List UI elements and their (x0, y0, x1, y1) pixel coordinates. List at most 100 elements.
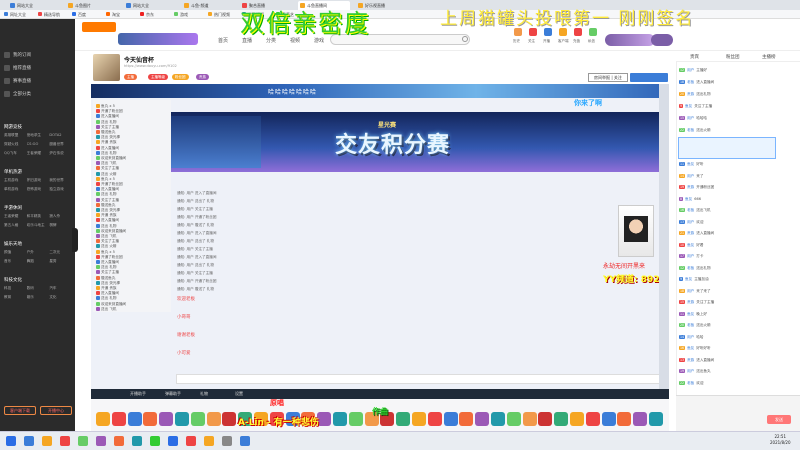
chat-username[interactable]: 贵族 (687, 185, 694, 189)
sidebar-category-link[interactable]: 第五人格 (4, 223, 27, 228)
sidebar-category-link[interactable]: 和平精英 (27, 214, 50, 219)
chat-username[interactable]: 鱼友 (685, 104, 692, 108)
gift-item-icon[interactable] (554, 412, 569, 426)
browser-tab[interactable]: 网站大全 (124, 1, 176, 10)
chat-username[interactable]: 鱼友 (687, 346, 694, 350)
sidebar-category-link[interactable]: 主机游戏 (4, 178, 27, 183)
taskbar-app-icon[interactable] (24, 436, 34, 446)
chat-username[interactable]: 鱼友 (687, 162, 694, 166)
bookmark-item[interactable]: 网址大全 (4, 11, 26, 18)
sidebar-category-link[interactable]: 王者荣耀 (27, 151, 50, 156)
taskbar-app-icon[interactable] (96, 436, 106, 446)
gift-item-icon[interactable] (127, 412, 142, 426)
sidebar-category-link[interactable]: QQ飞车 (4, 151, 27, 156)
gift-item-icon[interactable] (570, 412, 584, 426)
gift-item-icon[interactable] (143, 412, 158, 426)
chat-username[interactable]: 用户 (687, 254, 694, 258)
chat-username[interactable]: 贵族 (687, 300, 694, 304)
inner-taskbar-item[interactable]: 设置 (235, 391, 243, 397)
browser-tab[interactable]: 网站大全 (8, 1, 60, 10)
header-充值-icon[interactable] (574, 28, 582, 36)
chat-username[interactable]: 贵族 (687, 231, 694, 235)
taskbar-app-icon[interactable] (222, 436, 232, 446)
sidebar-category-link[interactable]: 炉石传说 (49, 151, 72, 156)
header-nav-1[interactable]: 直播 (242, 37, 252, 44)
taskbar-app-icon[interactable] (186, 436, 196, 446)
right-chat-input[interactable] (676, 395, 800, 431)
gift-item-icon[interactable] (111, 412, 126, 426)
taskbar-app-icon[interactable] (132, 436, 142, 446)
sidebar-category-link[interactable]: 文化 (49, 295, 72, 300)
chat-username[interactable]: 用户 (687, 68, 694, 72)
sidebar-category-link[interactable]: 独立游戏 (49, 187, 72, 192)
gift-item-icon[interactable] (412, 412, 426, 426)
taskbar-app-icon[interactable] (6, 436, 16, 446)
right-chat-tab[interactable]: 贵宾 (690, 54, 699, 60)
user-avatar[interactable] (651, 34, 673, 46)
gift-item-icon[interactable] (348, 412, 363, 426)
browser-tab[interactable]: 斗鱼图片 (66, 1, 118, 10)
sidebar-category-link[interactable]: 绝地求生 (27, 133, 50, 138)
sidebar-category-link[interactable]: 魔兽世界 (49, 142, 72, 147)
sidebar-bottom-button[interactable]: 客户端下载 (4, 406, 36, 415)
gift-item-icon[interactable] (633, 412, 648, 426)
taskbar-app-icon[interactable] (42, 436, 52, 446)
sidebar-bottom-button[interactable]: 开播中心 (40, 406, 72, 415)
gift-item-icon[interactable] (491, 412, 505, 426)
gift-item-icon[interactable] (206, 412, 221, 426)
right-chat-tab[interactable]: 粉丝团 (726, 54, 740, 60)
chat-username[interactable]: 老板 (687, 128, 694, 132)
sidebar-category-link[interactable]: 英雄联盟 (4, 133, 27, 138)
chat-username[interactable]: 鱼友 (685, 277, 692, 281)
sidebar-category-link[interactable]: 汽车 (49, 286, 72, 291)
rank-box[interactable] (678, 137, 776, 159)
gift-item-icon[interactable] (222, 412, 237, 426)
gift-item-icon[interactable] (475, 412, 490, 426)
chat-username[interactable]: 老板 (687, 80, 694, 84)
chat-username[interactable]: 用户 (687, 335, 694, 339)
gift-item-icon[interactable] (175, 412, 189, 426)
chat-username[interactable]: 老板 (687, 266, 694, 270)
sidebar-category-link[interactable]: 颜值 (4, 250, 27, 255)
chat-username[interactable]: 鱼友 (687, 312, 694, 316)
sidebar-category-link[interactable]: 科技 (4, 286, 27, 291)
sidebar-category-link[interactable]: 狼人杀 (49, 214, 72, 219)
chat-username[interactable]: 用户 (687, 174, 694, 178)
user-avatar-badge[interactable] (605, 34, 655, 46)
sidebar-category-link[interactable]: CS:GO (27, 142, 50, 147)
header-关注-icon[interactable] (529, 28, 537, 36)
taskbar-app-icon[interactable] (204, 436, 214, 446)
event-banner-button[interactable] (118, 33, 198, 45)
gift-item-icon[interactable] (649, 412, 663, 426)
bookmark-item[interactable]: 百度 (72, 11, 86, 18)
douyu-logo[interactable] (82, 22, 116, 32)
chat-username[interactable]: 鱼友 (687, 243, 694, 247)
taskbar-app-icon[interactable] (78, 436, 88, 446)
gift-item-icon[interactable] (396, 412, 411, 426)
sidebar-category-link[interactable]: 二次元 (49, 250, 72, 255)
sidebar-item[interactable]: 推荐直播 (4, 65, 31, 71)
gift-item-icon[interactable] (317, 412, 332, 426)
sidebar-category-link[interactable]: 舞蹈 (27, 259, 50, 264)
chat-username[interactable]: 鱼友 (685, 197, 692, 201)
gift-item-icon[interactable] (538, 412, 553, 426)
header-nav-3[interactable]: 视频 (290, 37, 300, 44)
sidebar-category-link[interactable]: 单机游戏 (4, 187, 27, 192)
sidebar-category-link[interactable]: 数码 (27, 286, 50, 291)
chat-username[interactable]: 贵族 (687, 92, 694, 96)
header-客户端-icon[interactable] (559, 28, 567, 36)
inner-taskbar-item[interactable]: 弹幕助手 (165, 391, 181, 397)
video-scrollbar[interactable] (659, 84, 669, 389)
inner-taskbar-item[interactable]: 开播助手 (130, 391, 146, 397)
sidebar-category-link[interactable]: 恐怖游戏 (27, 187, 50, 192)
sidebar-category-link[interactable]: 欢乐斗地主 (27, 223, 50, 228)
gift-item-icon[interactable] (427, 412, 442, 426)
send-button[interactable]: 发送 (767, 415, 791, 424)
bookmark-item[interactable]: 淘宝 (106, 11, 120, 18)
gift-item-icon[interactable] (617, 412, 632, 426)
taskbar-app-icon[interactable] (60, 436, 70, 446)
search-icon[interactable] (462, 36, 468, 42)
follow-count-button[interactable] (630, 73, 668, 82)
header-nav-0[interactable]: 首页 (218, 37, 228, 44)
gift-item-icon[interactable] (506, 412, 521, 426)
